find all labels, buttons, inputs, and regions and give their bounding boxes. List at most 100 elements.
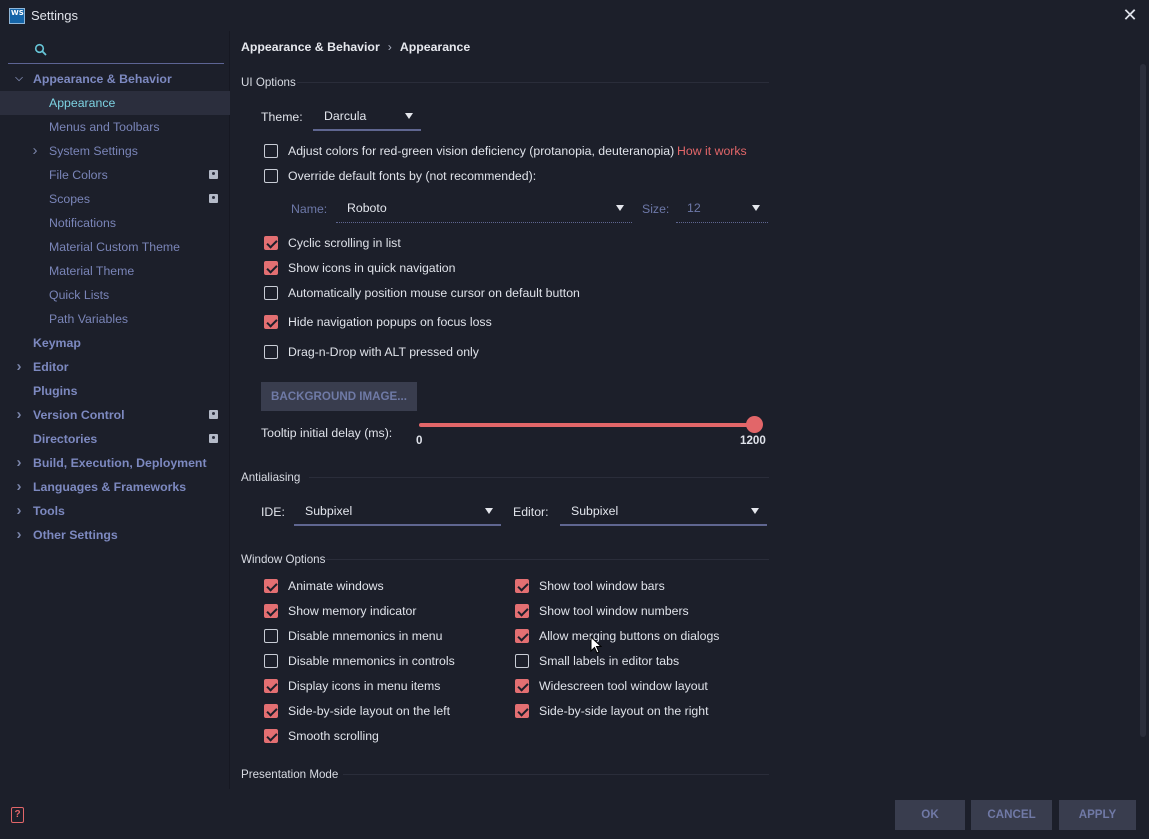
sidebar-item-appearance-behavior[interactable]: ⌵ Appearance & Behavior	[0, 67, 230, 91]
hide-nav-popups-label: Hide navigation popups on focus loss	[288, 315, 492, 329]
title-bar: WS Settings ✕	[0, 0, 1149, 31]
checkbox-label: Show tool window bars	[539, 579, 665, 593]
checkbox-box	[515, 704, 529, 718]
sidebar-item-languages-frameworks[interactable]: › Languages & Frameworks	[0, 475, 230, 499]
sidebar-item-path-variables[interactable]: Path Variables	[0, 307, 230, 331]
chevron-down-icon	[752, 205, 760, 211]
breadcrumb-parent[interactable]: Appearance & Behavior	[241, 40, 380, 54]
sidebar-item-label: Other Settings	[33, 528, 118, 542]
checkbox-box	[264, 579, 278, 593]
tooltip-delay-slider-track[interactable]	[419, 423, 755, 427]
sidebar-item-label: Directories	[33, 432, 98, 446]
checkbox-label: Small labels in editor tabs	[539, 654, 680, 668]
chevron-right-icon[interactable]: ›	[13, 499, 25, 523]
breadcrumb-current: Appearance	[399, 40, 471, 54]
sidebar-item-label: Build, Execution, Deployment	[33, 456, 207, 470]
theme-select[interactable]: Darcula	[313, 101, 421, 131]
search-input[interactable]	[8, 40, 224, 64]
theme-value: Darcula	[324, 109, 367, 123]
sidebar-item-label: Keymap	[33, 336, 81, 350]
sidebar-item-material-custom-theme[interactable]: Material Custom Theme	[0, 235, 230, 259]
checkbox-box	[264, 654, 278, 668]
checkbox-box	[264, 629, 278, 643]
checkbox-box	[264, 729, 278, 743]
checkbox-box	[515, 679, 529, 693]
chevron-down-icon[interactable]: ⌵	[13, 67, 25, 91]
vertical-scrollbar[interactable]	[1140, 64, 1146, 737]
ok-button[interactable]: OK	[895, 800, 965, 830]
ide-aa-select[interactable]: Subpixel	[294, 496, 501, 526]
override-fonts-label: Override default fonts by (not recommend…	[288, 169, 537, 183]
help-icon[interactable]: ?	[11, 807, 24, 823]
project-level-icon	[209, 194, 218, 203]
sidebar-item-directories[interactable]: Directories	[0, 427, 230, 451]
cancel-button[interactable]: CANCEL	[971, 800, 1052, 830]
checkbox-box	[515, 629, 529, 643]
sidebar-item-label: Tools	[33, 504, 65, 518]
sidebar-item-scopes[interactable]: Scopes	[0, 187, 230, 211]
sidebar-item-editor[interactable]: › Editor	[0, 355, 230, 379]
breadcrumb-separator: ›	[387, 40, 392, 54]
webstorm-logo-icon: WS	[9, 7, 25, 24]
sidebar-item-material-theme[interactable]: Material Theme	[0, 259, 230, 283]
antialiasing-title: Antialiasing	[241, 471, 301, 484]
theme-label: Theme:	[261, 110, 303, 124]
chevron-right-icon[interactable]: ›	[13, 451, 25, 475]
sidebar-item-build-execution-deployment[interactable]: › Build, Execution, Deployment	[0, 451, 230, 475]
sidebar-item-menus-and-toolbars[interactable]: Menus and Toolbars	[0, 115, 230, 139]
checkbox-label: Display icons in menu items	[288, 679, 441, 693]
editor-aa-value: Subpixel	[571, 504, 619, 518]
font-name-select[interactable]: Roboto	[336, 193, 632, 223]
window-options-title: Window Options	[241, 553, 326, 566]
checkbox-label: Show memory indicator	[288, 604, 417, 618]
checkbox-label: Show tool window numbers	[539, 604, 689, 618]
project-level-icon	[209, 410, 218, 419]
checkbox-box	[264, 315, 278, 329]
sidebar-item-tools[interactable]: › Tools	[0, 499, 230, 523]
ide-aa-label: IDE:	[261, 505, 285, 519]
font-size-value: 12	[687, 201, 701, 215]
sidebar-item-other-settings[interactable]: › Other Settings	[0, 523, 230, 547]
presentation-mode-divider	[343, 774, 769, 775]
sidebar-item-system-settings[interactable]: › System Settings	[0, 139, 230, 163]
apply-button[interactable]: APPLY	[1059, 800, 1136, 830]
checkbox-label: Side-by-side layout on the right	[539, 704, 709, 718]
chevron-right-icon[interactable]: ›	[13, 523, 25, 547]
sidebar-item-version-control[interactable]: › Version Control	[0, 403, 230, 427]
checkbox-label: Smooth scrolling	[288, 729, 379, 743]
sidebar-item-keymap[interactable]: Keymap	[0, 331, 230, 355]
sidebar-item-label: System Settings	[49, 144, 138, 158]
checkbox-box	[264, 679, 278, 693]
checkbox-label: Allow merging buttons on dialogs	[539, 629, 720, 643]
tooltip-delay-slider-thumb[interactable]	[746, 416, 763, 433]
chevron-down-icon	[485, 508, 493, 514]
settings-tree: ⌵ Appearance & Behavior Appearance Menus an…	[0, 67, 230, 547]
chevron-right-icon[interactable]: ›	[13, 403, 25, 427]
sidebar-item-plugins[interactable]: Plugins	[0, 379, 230, 403]
chevron-right-icon[interactable]: ›	[13, 355, 25, 379]
window-options-divider	[325, 559, 769, 560]
close-icon[interactable]: ✕	[1121, 6, 1139, 24]
chevron-right-icon[interactable]: ›	[29, 139, 41, 163]
sidebar-item-quick-lists[interactable]: Quick Lists	[0, 283, 230, 307]
antialiasing-divider	[309, 477, 769, 478]
ui-options-title: UI Options	[241, 76, 296, 89]
chevron-right-icon[interactable]: ›	[13, 475, 25, 499]
dialog-footer: ? OK CANCEL APPLY	[0, 789, 1149, 839]
checkbox-box	[515, 654, 529, 668]
chevron-down-icon	[405, 113, 413, 119]
editor-aa-select[interactable]: Subpixel	[560, 496, 767, 526]
sidebar-item-label: Scopes	[49, 192, 91, 206]
checkbox-box	[264, 261, 278, 275]
background-image-button[interactable]: BACKGROUND IMAGE...	[261, 382, 417, 411]
font-name-label: Name:	[291, 202, 328, 216]
project-level-icon	[209, 170, 218, 179]
font-size-select[interactable]: 12	[676, 193, 768, 223]
sidebar-item-appearance[interactable]: Appearance	[0, 91, 230, 115]
sidebar-item-file-colors[interactable]: File Colors	[0, 163, 230, 187]
sidebar-item-notifications[interactable]: Notifications	[0, 211, 230, 235]
sidebar-item-label: Appearance	[49, 96, 116, 110]
auto-position-mouse-label: Automatically position mouse cursor on d…	[288, 286, 580, 300]
drag-n-drop-alt-label: Drag-n-Drop with ALT pressed only	[288, 345, 479, 359]
how-it-works-link[interactable]: How it works	[677, 144, 747, 158]
